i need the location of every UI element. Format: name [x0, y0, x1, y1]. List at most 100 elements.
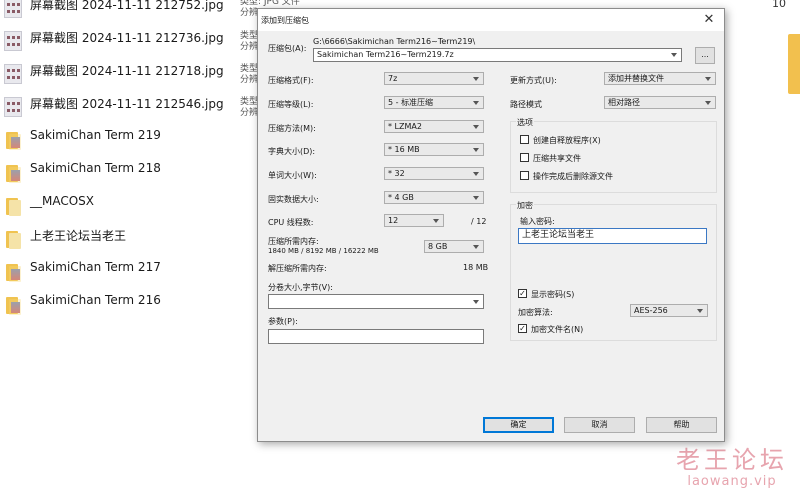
mem-compress-label: 压缩所需内存:	[268, 237, 319, 246]
format-select[interactable]: 7z	[384, 72, 484, 85]
word-size-select[interactable]: * 32	[384, 167, 484, 180]
file-name: __MACOSX	[30, 194, 95, 208]
archive-path: G:\6666\Sakimichan Term216~Term219\	[313, 37, 476, 46]
mem-decompress-label: 解压缩所需内存:	[268, 264, 327, 273]
file-name: SakimiChan Term 219	[30, 128, 161, 142]
file-name: 屏幕截图 2024-11-11 212752.jpg	[30, 0, 224, 12]
list-item[interactable]: SakimiChan Term 217	[0, 260, 250, 293]
update-mode-select[interactable]: 添加并替换文件	[604, 72, 716, 85]
file-name: SakimiChan Term 217	[30, 260, 161, 274]
method-label: 压缩方法(M):	[268, 124, 316, 133]
checkbox-checked[interactable]: ✓	[518, 289, 527, 298]
watermark-url: laowang.vip	[687, 474, 777, 489]
chevron-down-icon	[473, 245, 479, 249]
folder-icon	[4, 262, 22, 282]
path-mode-label: 路径模式	[510, 100, 542, 109]
file-name: 屏幕截图 2024-11-11 212546.jpg	[30, 97, 224, 111]
chevron-down-icon	[705, 101, 711, 105]
file-meta: 类型 分辨	[240, 97, 259, 118]
list-item[interactable]: 屏幕截图 2024-11-11 212546.jpg	[0, 95, 250, 128]
format-label: 压缩格式(F):	[268, 76, 314, 85]
dialog-titlebar[interactable]: 添加到压缩包 ✕	[258, 9, 724, 31]
solid-size-label: 固实数据大小:	[268, 195, 319, 204]
folder-icon[interactable]	[788, 34, 800, 94]
file-name: SakimiChan Term 218	[30, 161, 161, 175]
help-button[interactable]: 帮助	[646, 417, 717, 433]
file-meta: 类型 分辨	[240, 31, 259, 52]
watermark: 老王论坛 laowang.vip	[676, 446, 788, 490]
split-size-combo[interactable]	[268, 294, 484, 309]
cpu-threads-label: CPU 线程数:	[268, 218, 314, 227]
file-name: SakimiChan Term 216	[30, 293, 161, 307]
list-item[interactable]: 屏幕截图 2024-11-11 212736.jpg	[0, 29, 250, 62]
file-name: 屏幕截图 2024-11-11 212718.jpg	[30, 64, 224, 78]
list-item[interactable]: 上老王论坛当老王	[0, 227, 250, 260]
level-select[interactable]: 5 - 标准压缩	[384, 96, 484, 109]
encryption-method-select[interactable]: AES-256	[630, 304, 708, 317]
archive-label: 压缩包(A):	[268, 44, 307, 53]
word-size-label: 单词大小(W):	[268, 171, 317, 180]
chevron-down-icon	[473, 77, 479, 81]
password-label: 输入密码:	[520, 217, 555, 226]
chevron-down-icon	[671, 53, 677, 57]
chevron-down-icon	[473, 300, 479, 304]
image-thumbnail-icon	[4, 64, 22, 84]
image-thumbnail-icon	[4, 31, 22, 51]
folder-icon	[4, 196, 22, 216]
list-item[interactable]: SakimiChan Term 219	[0, 128, 250, 161]
params-input[interactable]	[268, 329, 484, 344]
item-count: 10	[772, 0, 786, 10]
chevron-down-icon	[473, 196, 479, 200]
list-item[interactable]: SakimiChan Term 218	[0, 161, 250, 194]
cpu-threads-total: / 12	[471, 217, 487, 226]
encryption-title: 加密	[516, 200, 534, 211]
dialog-title: 添加到压缩包	[261, 16, 309, 25]
chevron-down-icon	[473, 148, 479, 152]
ok-button[interactable]: 确定	[483, 417, 554, 433]
list-item[interactable]: 屏幕截图 2024-11-11 212752.jpg	[0, 0, 250, 29]
options-title: 选项	[516, 117, 534, 128]
close-button[interactable]: ✕	[694, 9, 724, 31]
dict-size-select[interactable]: * 16 MB	[384, 143, 484, 156]
path-mode-select[interactable]: 相对路径	[604, 96, 716, 109]
image-thumbnail-icon	[4, 0, 22, 18]
mem-compress-select[interactable]: 8 GB	[424, 240, 484, 253]
list-item[interactable]: __MACOSX	[0, 194, 250, 227]
chevron-down-icon	[473, 125, 479, 129]
encryption-method-label: 加密算法:	[518, 308, 553, 317]
checkbox-checked[interactable]: ✓	[518, 324, 527, 333]
image-thumbnail-icon	[4, 97, 22, 117]
checkbox-unchecked[interactable]	[520, 171, 529, 180]
folder-icon	[4, 295, 22, 315]
file-meta: 类型 分辨	[240, 64, 259, 85]
cpu-threads-select[interactable]: 12	[384, 214, 444, 227]
chevron-down-icon	[433, 219, 439, 223]
split-size-label: 分卷大小,字节(V):	[268, 283, 333, 292]
update-mode-label: 更新方式(U):	[510, 76, 557, 85]
list-item[interactable]: 屏幕截图 2024-11-11 212718.jpg	[0, 62, 250, 95]
checkbox-unchecked[interactable]	[520, 153, 529, 162]
params-label: 参数(P):	[268, 317, 298, 326]
cancel-button[interactable]: 取消	[564, 417, 635, 433]
list-item[interactable]: SakimiChan Term 216	[0, 293, 250, 326]
browse-button[interactable]: ...	[695, 47, 715, 64]
archive-name-combo[interactable]: Sakimichan Term216~Term219.7z	[313, 48, 682, 62]
chevron-down-icon	[705, 77, 711, 81]
folder-icon	[4, 163, 22, 183]
solid-size-select[interactable]: * 4 GB	[384, 191, 484, 204]
mem-decompress-value: 18 MB	[463, 263, 489, 272]
password-input[interactable]: 上老王论坛当老王	[518, 228, 707, 244]
add-to-archive-dialog: 添加到压缩包 ✕ 压缩包(A): G:\6666\Sakimichan Term…	[257, 8, 725, 442]
file-name: 上老王论坛当老王	[30, 229, 127, 243]
folder-icon	[4, 229, 22, 249]
chevron-down-icon	[473, 172, 479, 176]
level-label: 压缩等级(L):	[268, 100, 314, 109]
method-select[interactable]: * LZMA2	[384, 120, 484, 133]
dict-size-label: 字典大小(D):	[268, 147, 316, 156]
checkbox-unchecked[interactable]	[520, 135, 529, 144]
file-name: 屏幕截图 2024-11-11 212736.jpg	[30, 31, 224, 45]
chevron-down-icon	[473, 101, 479, 105]
watermark-text: 老王论坛	[676, 446, 788, 474]
mem-compress-detail: 1840 MB / 8192 MB / 16222 MB	[268, 247, 379, 255]
chevron-down-icon	[697, 309, 703, 313]
